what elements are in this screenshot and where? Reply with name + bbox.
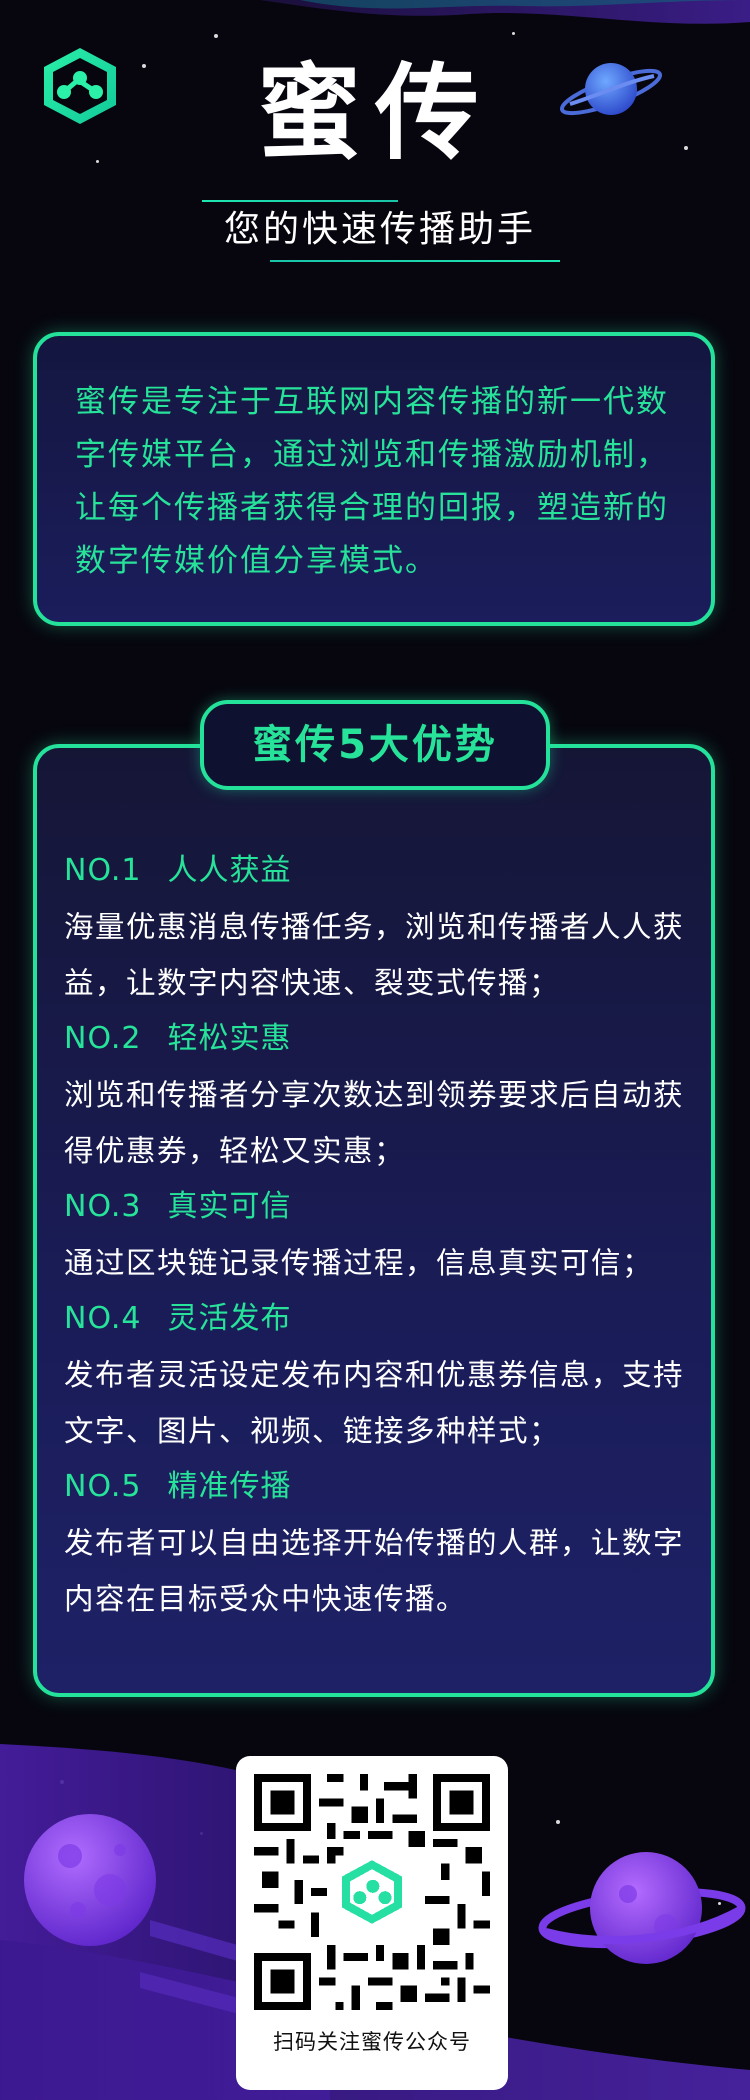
qr-card: 扫码关注蜜传公众号 [236, 1756, 508, 2090]
advantage-number: NO.5 [64, 1469, 142, 1504]
moon-planet-icon [24, 1814, 156, 1946]
ringed-planet-icon [559, 63, 663, 116]
advantage-item: NO.5 精准传播 发布者可以自由选择开始传播的人群，让数字内容在目标受众中快速传… [64, 1459, 704, 1627]
advantage-number: NO.2 [64, 1021, 142, 1056]
ringed-planet-icon [538, 1852, 746, 1964]
advantages-list: NO.1 人人获益 海量优惠消息传播任务，浏览和传播者人人获益，让数字内容快速、裂… [64, 843, 704, 1627]
qr-code-icon[interactable] [254, 1774, 490, 2010]
intro-panel: 蜜传是专注于互联网内容传播的新一代数字传媒平台，通过浏览和传播激励机制，让每个传… [33, 332, 715, 626]
advantage-item: NO.1 人人获益 海量优惠消息传播任务，浏览和传播者人人获益，让数字内容快速、裂… [64, 843, 704, 1011]
advantage-item: NO.4 灵活发布 发布者灵活设定发布内容和优惠券信息，支持文字、图片、视频、链接… [64, 1291, 704, 1459]
advantages-header-text: 蜜传5大优势 [252, 722, 498, 768]
advantage-number: NO.4 [64, 1301, 142, 1336]
star [512, 32, 515, 35]
advantage-heading: 真实可信 [167, 1189, 292, 1224]
advantage-number: NO.3 [64, 1189, 142, 1224]
subtitle-block: 您的快速传播助手 [202, 200, 560, 262]
advantage-title: NO.5 精准传播 [64, 1459, 704, 1515]
intro-text: 蜜传是专注于互联网内容传播的新一代数字传媒平台，通过浏览和传播激励机制，让每个传… [75, 384, 669, 579]
advantage-title: NO.2 轻松实惠 [64, 1011, 704, 1067]
subtitle-top-rule [202, 200, 398, 202]
advantage-heading: 精准传播 [167, 1469, 292, 1504]
poster: 蜜传 您的快速传播助手 蜜传是专注于互联网内容传播的新一代数字传媒平台，通过浏览… [0, 0, 750, 2100]
advantage-description: 通过区块链记录传播过程，信息真实可信； [64, 1246, 654, 1280]
advantage-number: NO.1 [64, 853, 142, 888]
advantages-header: 蜜传5大优势 [200, 700, 550, 790]
advantage-heading: 人人获益 [167, 853, 292, 888]
star [214, 34, 218, 38]
advantage-heading: 轻松实惠 [167, 1021, 292, 1056]
qr-caption: 扫码关注蜜传公众号 [273, 2030, 471, 2054]
advantage-item: NO.3 真实可信 通过区块链记录传播过程，信息真实可信； [64, 1179, 704, 1291]
subtitle: 您的快速传播助手 [223, 209, 536, 250]
advantage-description: 浏览和传播者分享次数达到领券要求后自动获得优惠券，轻松又实惠； [64, 1078, 685, 1168]
advantage-heading: 灵活发布 [167, 1301, 292, 1336]
advantage-title: NO.3 真实可信 [64, 1179, 704, 1235]
advantage-description: 发布者可以自由选择开始传播的人群，让数字内容在目标受众中快速传播。 [64, 1526, 685, 1616]
advantage-description: 发布者灵活设定发布内容和优惠券信息，支持文字、图片、视频、链接多种样式； [64, 1358, 685, 1448]
advantage-title: NO.4 灵活发布 [64, 1291, 704, 1347]
subtitle-bottom-rule [270, 260, 560, 262]
advantage-item: NO.2 轻松实惠 浏览和传播者分享次数达到领券要求后自动获得优惠券，轻松又实惠； [64, 1011, 704, 1179]
advantage-title: NO.1 人人获益 [64, 843, 704, 899]
advantage-description: 海量优惠消息传播任务，浏览和传播者人人获益，让数字内容快速、裂变式传播； [64, 910, 685, 1000]
